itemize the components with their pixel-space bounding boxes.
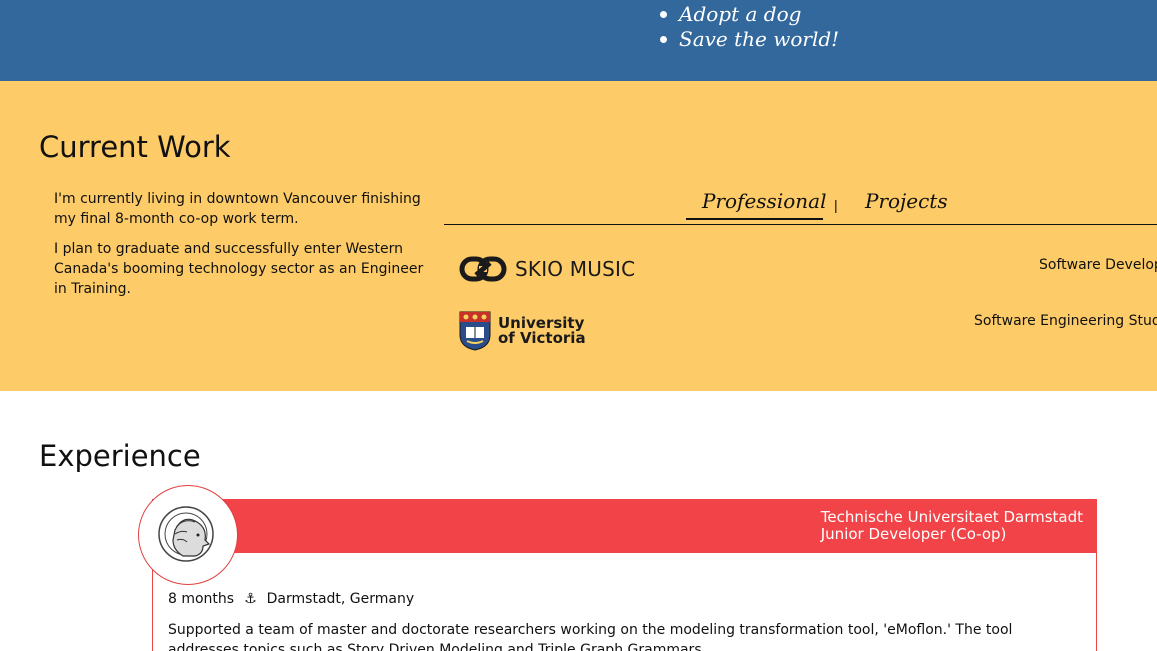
- location: Darmstadt, Germany: [266, 591, 415, 607]
- list-item: Save the world!: [658, 27, 839, 52]
- uvic-logo: University of Victoria: [459, 310, 586, 352]
- current-work-section: Current Work I'm currently living in dow…: [0, 81, 1157, 391]
- skio-logo-text: SKIO MUSIC: [515, 257, 636, 281]
- tab-divider: [444, 224, 1157, 225]
- tab-projects[interactable]: Projects: [865, 189, 948, 213]
- card-heading: Technische Universitaet Darmstadt Junior…: [821, 509, 1083, 543]
- intro-text: I'm currently living in downtown Vancouv…: [54, 189, 426, 309]
- intro-paragraph: I'm currently living in downtown Vancouv…: [54, 191, 421, 227]
- bullet-icon: [660, 11, 667, 18]
- list-item: Adopt a dog: [658, 2, 839, 27]
- role-text: Software Develope: [1039, 257, 1157, 273]
- athena-head-icon: [158, 506, 214, 562]
- section-title: Current Work: [39, 130, 231, 164]
- tab-separator: |: [834, 197, 838, 213]
- duration: 8 months: [168, 591, 235, 607]
- skio-logo-icon: [459, 256, 507, 282]
- card-meta: 8 months ⚓ Darmstadt, Germany: [168, 591, 414, 607]
- goal-text: Save the world!: [679, 27, 840, 51]
- uvic-crest-icon: [459, 311, 491, 351]
- company-name: Technische Universitaet Darmstadt: [820, 508, 1083, 526]
- card-description: Supported a team of master and doctorate…: [168, 622, 1013, 651]
- position-title: Junior Developer (Co-op): [820, 525, 1007, 543]
- bullet-icon: [660, 36, 667, 43]
- intro-paragraph: I plan to graduate and successfully ente…: [54, 241, 424, 297]
- tab-professional[interactable]: Professional: [702, 189, 826, 213]
- avatar: [138, 485, 238, 585]
- skio-music-logo: SKIO MUSIC: [459, 255, 635, 283]
- uvic-logo-line: of Victoria: [498, 329, 586, 347]
- top-banner: Adopt a dog Save the world!: [0, 0, 1157, 81]
- experience-card: Technische Universitaet Darmstadt Junior…: [152, 499, 1097, 651]
- goals-list: Adopt a dog Save the world!: [658, 2, 839, 52]
- anchor-icon: ⚓: [244, 591, 257, 607]
- goal-text: Adopt a dog: [679, 2, 802, 26]
- role-text: Software Engineering Studer: [974, 313, 1157, 329]
- active-tab-underline: [686, 218, 823, 220]
- work-tabs: Professional | Projects: [686, 189, 956, 221]
- section-title: Experience: [39, 439, 201, 473]
- uvic-logo-text: University of Victoria: [498, 316, 586, 346]
- card-header: Technische Universitaet Darmstadt Junior…: [153, 499, 1097, 553]
